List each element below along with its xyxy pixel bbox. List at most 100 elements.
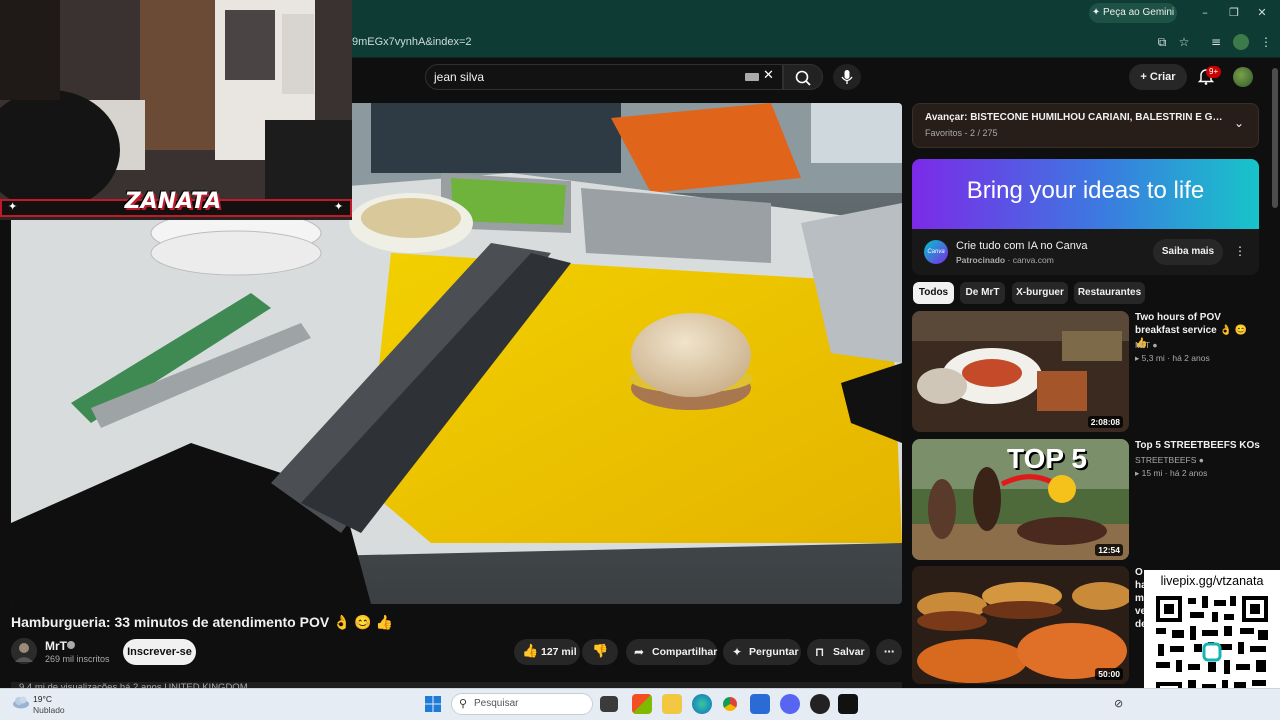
age-label: há 2 anos: [1170, 468, 1208, 478]
app-icon[interactable]: [810, 694, 830, 714]
store-icon[interactable]: [750, 694, 770, 714]
search-button[interactable]: [783, 64, 823, 90]
dislike-button[interactable]: 👎: [582, 639, 618, 665]
share-button[interactable]: ➦ Compartilhar: [626, 639, 717, 665]
channel-label: STREETBEEFS: [1135, 455, 1197, 465]
chip-x-burguer[interactable]: X-burguer: [1012, 282, 1068, 304]
bookmark-star-icon[interactable]: ☆: [1176, 34, 1192, 50]
scrollbar-thumb[interactable]: [1272, 68, 1278, 208]
url-text[interactable]: 9mEGx7vynhA&index=2: [352, 36, 472, 48]
ad-sponsor: Patrocinado · canva.com: [956, 255, 1054, 265]
taskbar-search-icon: ⚲: [459, 697, 468, 710]
video-thumbnail[interactable]: 50:00: [912, 566, 1129, 684]
maximize-icon[interactable]: ❐: [1224, 4, 1244, 22]
video-thumbnail[interactable]: TOP 5 12:54: [912, 439, 1129, 560]
bookmark-icon: ⊓: [815, 645, 825, 659]
like-count: 127 mil: [541, 646, 577, 658]
playlist-meta: Favoritos - 2 / 275: [925, 128, 998, 138]
ask-label: Perguntar: [749, 646, 799, 658]
share-label: Compartilhar: [652, 646, 718, 658]
ad-title[interactable]: Crie tudo com IA no Canva: [956, 240, 1087, 252]
subscribe-button[interactable]: Inscrever-se: [123, 639, 196, 665]
donation-link: livepix.gg/vtzanata: [1160, 574, 1264, 588]
microphone-icon: [841, 70, 853, 84]
channel-label: MrT: [1135, 340, 1150, 350]
task-view-icon[interactable]: [600, 696, 618, 712]
save-label: Salvar: [833, 646, 865, 658]
chip-from-channel[interactable]: De MrT: [960, 282, 1005, 304]
video-thumbnail[interactable]: 2:08:08: [912, 311, 1129, 432]
canva-logo[interactable]: Canva: [924, 240, 948, 264]
playlist-panel[interactable]: [912, 103, 1259, 148]
views-label: 5,3 mi: [1141, 353, 1165, 363]
edge-icon[interactable]: [692, 694, 712, 714]
taskbar-search-placeholder: Pesquisar: [474, 698, 519, 709]
keyboard-icon[interactable]: [745, 73, 759, 81]
create-label: Criar: [1149, 71, 1176, 83]
ad-banner-text: Bring your ideas to life: [966, 177, 1205, 204]
weather-temperature[interactable]: 19°C: [33, 694, 52, 704]
thumbs-down-icon: 👎: [592, 644, 609, 659]
recommendation-title[interactable]: Top 5 STREETBEEFS KOs: [1135, 439, 1260, 452]
ask-button[interactable]: ✦ Perguntar: [723, 639, 801, 665]
sponsor-domain: canva.com: [1012, 255, 1054, 265]
install-app-icon[interactable]: ⧉: [1154, 34, 1170, 50]
streamer-logo: ZANATA: [124, 189, 222, 214]
video-duration: 12:54: [1095, 544, 1123, 556]
gemini-button[interactable]: ✦ Peça ao Gemini: [1089, 3, 1177, 23]
sparkle-icon: ✦: [334, 201, 344, 213]
file-explorer-icon[interactable]: [662, 694, 682, 714]
more-actions-button[interactable]: ⋯: [876, 639, 902, 665]
like-button[interactable]: 👍 127 mil: [514, 639, 580, 665]
clear-search-icon[interactable]: ✕: [763, 68, 774, 83]
recommendation-meta: ▸ 5,3 mi · há 2 anos: [1135, 353, 1210, 363]
search-query[interactable]: jean silva: [434, 70, 484, 84]
cloud-icon[interactable]: [12, 695, 30, 709]
windows-start-icon[interactable]: [425, 696, 441, 712]
recommendation-channel[interactable]: MrT ●: [1135, 340, 1157, 350]
voice-search-button[interactable]: [833, 64, 861, 90]
minimize-icon[interactable]: –: [1195, 4, 1215, 22]
webcam-feed: [0, 0, 352, 210]
chip-all[interactable]: Todos: [913, 282, 954, 304]
video-duration: 50:00: [1095, 668, 1123, 680]
thumbnail-text: TOP 5: [1007, 443, 1087, 474]
gemini-label: Peça ao Gemini: [1103, 7, 1175, 18]
discord-icon[interactable]: [780, 694, 800, 714]
channel-avatar[interactable]: [11, 638, 37, 664]
save-button[interactable]: ⊓ Salvar: [807, 639, 870, 665]
close-window-icon[interactable]: ✕: [1252, 4, 1272, 22]
sparkle-ai-icon: ✦: [732, 645, 743, 659]
recommendation-channel[interactable]: STREETBEEFS ●: [1135, 455, 1204, 465]
sparkle-icon: ✦: [8, 201, 18, 213]
browser-menu-icon[interactable]: ⋮: [1258, 34, 1274, 50]
notifications-badge: 9+: [1206, 66, 1222, 78]
epic-games-icon[interactable]: [838, 694, 858, 714]
chip-restaurants[interactable]: Restaurantes: [1074, 282, 1145, 304]
profile-icon[interactable]: [1233, 34, 1249, 50]
taskbar-search[interactable]: [451, 693, 593, 715]
sponsored-label: Patrocinado: [956, 255, 1006, 265]
chrome-icon[interactable]: [720, 694, 740, 714]
network-icon[interactable]: ⊘: [1114, 697, 1123, 710]
account-avatar[interactable]: [1233, 67, 1253, 87]
weather-description[interactable]: Nublado: [33, 705, 65, 715]
share-icon: ➦: [634, 645, 645, 659]
thumbs-up-icon: 👍: [522, 644, 539, 659]
search-icon: [795, 70, 811, 86]
views-label: 15 mi: [1141, 468, 1163, 478]
copilot-icon[interactable]: [632, 694, 652, 714]
age-label: há 2 anos: [1172, 353, 1210, 363]
learn-more-button[interactable]: Saiba mais: [1153, 239, 1223, 265]
channel-name[interactable]: MrT: [45, 639, 67, 653]
media-control-icon[interactable]: ≡: [1208, 34, 1224, 50]
create-button[interactable]: + Criar: [1129, 64, 1187, 90]
plus-icon: +: [1140, 71, 1150, 83]
recommendation-meta: ▸ 15 mi · há 2 anos: [1135, 468, 1208, 478]
video-title: Hamburgueria: 33 minutos de atendimento …: [11, 614, 394, 630]
verified-icon: [67, 641, 75, 649]
ad-more-icon[interactable]: ⋮: [1234, 244, 1246, 258]
chevron-down-icon[interactable]: ⌄: [1234, 116, 1244, 130]
video-duration: 2:08:08: [1087, 416, 1123, 428]
playlist-next-label: Avançar: BISTECONE HUMILHOU CARIANI, BAL…: [925, 112, 1225, 123]
